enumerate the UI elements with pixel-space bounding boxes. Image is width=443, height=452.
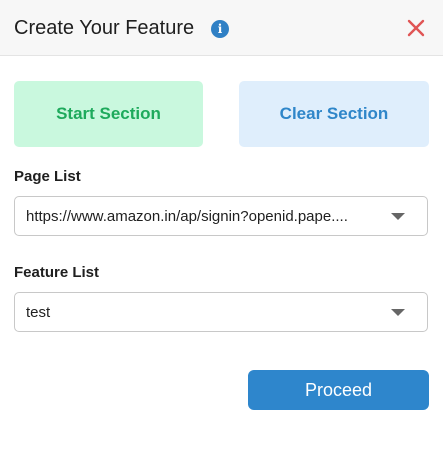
close-icon[interactable]	[404, 16, 428, 40]
create-feature-panel: Create Your Feature i Start Section Clea…	[0, 0, 443, 452]
proceed-button[interactable]: Proceed	[248, 370, 429, 410]
page-list-value: https://www.amazon.in/ap/signin?openid.p…	[26, 208, 348, 225]
page-list-label: Page List	[14, 168, 81, 185]
info-icon[interactable]: i	[211, 20, 229, 38]
chevron-down-icon	[391, 309, 405, 316]
feature-list-value: test	[26, 304, 51, 321]
start-section-button[interactable]: Start Section	[14, 81, 203, 147]
panel-header: Create Your Feature i	[0, 0, 443, 56]
feature-list-select[interactable]: test	[14, 292, 428, 332]
panel-title: Create Your Feature	[14, 17, 195, 39]
chevron-down-icon	[391, 213, 405, 220]
page-list-select[interactable]: https://www.amazon.in/ap/signin?openid.p…	[14, 196, 428, 236]
feature-list-label: Feature List	[14, 264, 100, 281]
clear-section-button[interactable]: Clear Section	[239, 81, 429, 147]
